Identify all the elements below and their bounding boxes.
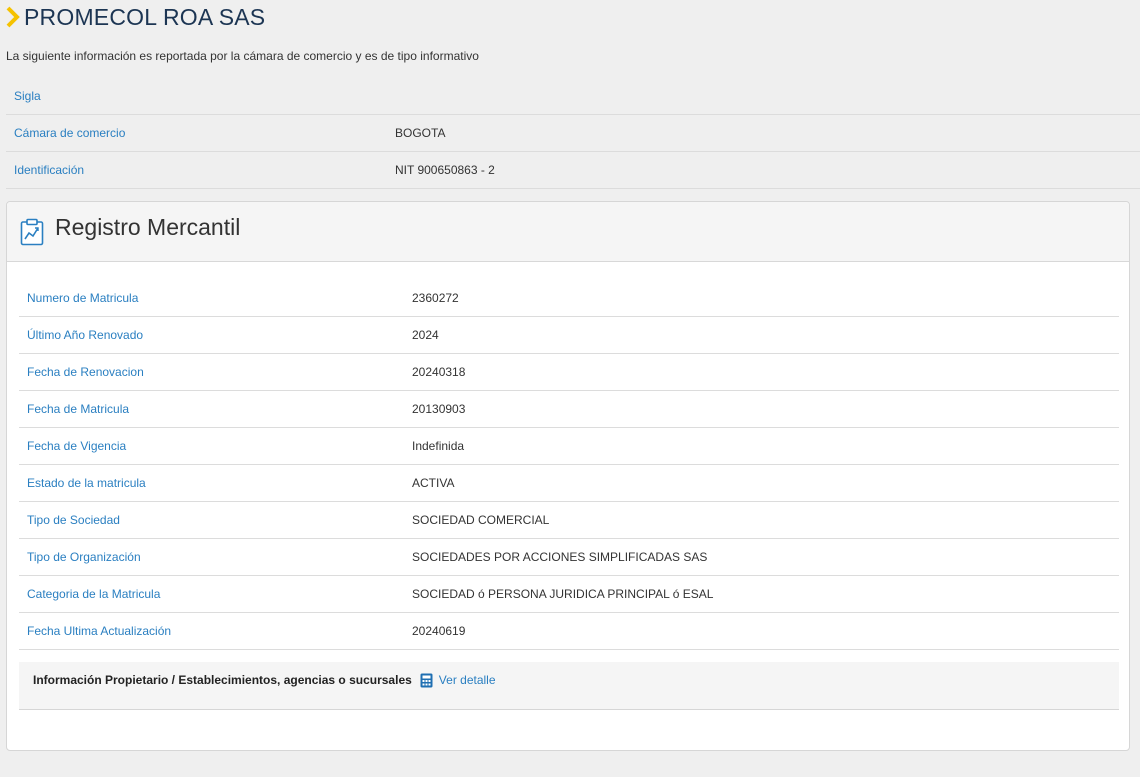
row-label: Tipo de Sociedad bbox=[27, 513, 120, 527]
establecimientos-label: Información Propietario / Establecimient… bbox=[33, 673, 412, 687]
info-label: Sigla bbox=[14, 89, 41, 103]
clipboard-chart-icon bbox=[20, 218, 44, 245]
info-value: BOGOTA bbox=[395, 126, 446, 140]
row-value: SOCIEDAD COMERCIAL bbox=[412, 513, 550, 527]
info-label: Identificación bbox=[14, 163, 85, 177]
row-label: Fecha Ultima Actualización bbox=[27, 624, 172, 638]
row-value: SOCIEDAD ó PERSONA JURIDICA PRINCIPAL ó … bbox=[412, 587, 714, 601]
registro-mercantil-panel: Registro Mercantil Numero de Matricula 2… bbox=[6, 201, 1130, 751]
row-value: 20130903 bbox=[412, 402, 466, 416]
info-value: NIT 900650863 - 2 bbox=[395, 163, 495, 177]
intro-text: La siguiente información es reportada po… bbox=[6, 49, 479, 63]
row-value: SOCIEDADES POR ACCIONES SIMPLIFICADAS SA… bbox=[412, 550, 708, 564]
calculator-icon[interactable] bbox=[420, 673, 433, 688]
table-row: Tipo de Organización SOCIEDADES POR ACCI… bbox=[19, 539, 1119, 576]
info-label: Cámara de comercio bbox=[14, 126, 126, 140]
row-label: Numero de Matricula bbox=[27, 291, 139, 305]
info-row-identificacion: Identificación NIT 900650863 - 2 bbox=[6, 152, 1140, 189]
row-value: 20240619 bbox=[412, 624, 466, 638]
info-row-sigla: Sigla bbox=[6, 78, 1140, 115]
table-row: Estado de la matricula ACTIVA bbox=[19, 465, 1119, 502]
row-value: 2024 bbox=[412, 328, 439, 342]
panel-header: Registro Mercantil bbox=[7, 202, 1129, 262]
row-label: Fecha de Vigencia bbox=[27, 439, 127, 453]
table-row: Fecha de Vigencia Indefinida bbox=[19, 428, 1119, 465]
table-row: Fecha de Matricula 20130903 bbox=[19, 391, 1119, 428]
row-value: 2360272 bbox=[412, 291, 459, 305]
row-label: Tipo de Organización bbox=[27, 550, 141, 564]
page-title: PROMECOL ROA SAS bbox=[24, 3, 266, 30]
registro-table: Numero de Matricula 2360272 Último Año R… bbox=[19, 280, 1119, 650]
row-label: Estado de la matricula bbox=[27, 476, 146, 490]
company-info-table: Sigla Cámara de comercio BOGOTA Identifi… bbox=[6, 78, 1140, 189]
row-value: Indefinida bbox=[412, 439, 465, 453]
row-label: Fecha de Matricula bbox=[27, 402, 130, 416]
table-row: Último Año Renovado 2024 bbox=[19, 317, 1119, 354]
row-label: Categoria de la Matricula bbox=[27, 587, 161, 601]
table-row: Fecha de Renovacion 20240318 bbox=[19, 354, 1119, 391]
table-row: Tipo de Sociedad SOCIEDAD COMERCIAL bbox=[19, 502, 1119, 539]
table-row: Categoria de la Matricula SOCIEDAD ó PER… bbox=[19, 576, 1119, 613]
info-row-camara: Cámara de comercio BOGOTA bbox=[6, 115, 1140, 152]
page-header: PROMECOL ROA SAS bbox=[4, 2, 265, 32]
table-row: Fecha Ultima Actualización 20240619 bbox=[19, 613, 1119, 650]
chevron-right-icon bbox=[6, 6, 20, 28]
establecimientos-row: Información Propietario / Establecimient… bbox=[19, 662, 1119, 710]
table-row: Numero de Matricula 2360272 bbox=[19, 280, 1119, 317]
row-label: Fecha de Renovacion bbox=[27, 365, 144, 379]
panel-title: Registro Mercantil bbox=[55, 214, 241, 240]
row-label: Último Año Renovado bbox=[27, 328, 144, 342]
row-value: ACTIVA bbox=[412, 476, 455, 490]
ver-detalle-link[interactable]: Ver detalle bbox=[439, 673, 496, 687]
row-value: 20240318 bbox=[412, 365, 466, 379]
